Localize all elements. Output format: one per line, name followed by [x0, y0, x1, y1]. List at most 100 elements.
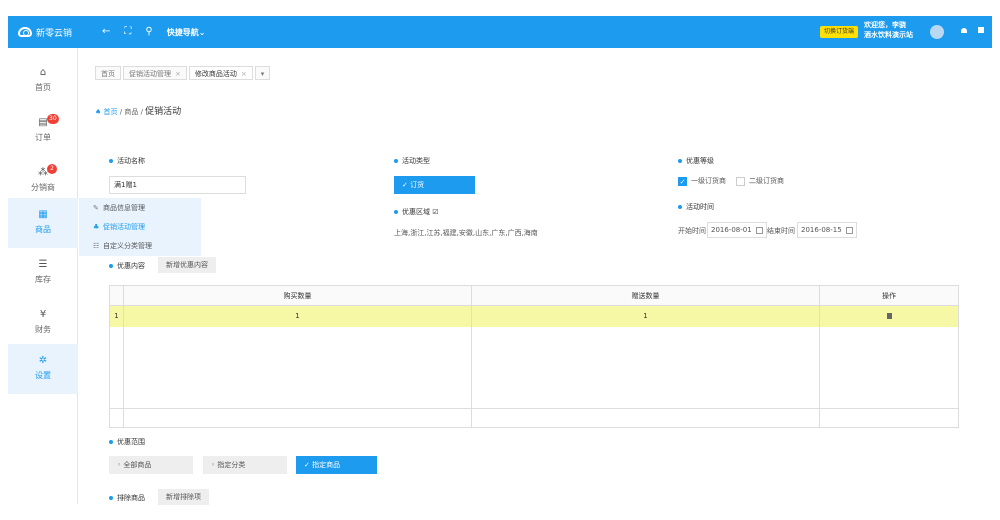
- tab-label: 修改商品活动: [194, 70, 237, 78]
- empty-cell: [472, 409, 820, 427]
- brand-name: 新零云销: [36, 28, 73, 39]
- tab-label: 首页: [101, 70, 115, 78]
- table-footer: [110, 408, 958, 427]
- sidebar-item-inventory[interactable]: ☰ 库存: [8, 248, 78, 298]
- activity-name-input[interactable]: 满1赠1: [109, 176, 246, 194]
- bell-icon[interactable]: [960, 26, 968, 36]
- breadcrumb-goods[interactable]: 商品: [124, 108, 138, 116]
- sidebar-item-label: 订单: [35, 133, 51, 142]
- checkbox-checked-icon[interactable]: ✓: [678, 176, 687, 186]
- sidebar-item-label: 首页: [35, 83, 51, 92]
- header-gift-qty: 赠送数量: [472, 286, 820, 305]
- submenu-item-promotions[interactable]: ♣ 促销活动管理: [93, 219, 145, 235]
- distributor-badge: 2: [47, 164, 57, 174]
- quick-nav-dropdown[interactable]: 快捷导航⌄: [167, 27, 206, 38]
- level-option-2[interactable]: 二级订货商: [736, 176, 784, 186]
- close-icon[interactable]: ×: [241, 70, 247, 78]
- sidebar-item-goods[interactable]: ▦ 商品: [8, 198, 78, 248]
- discount-area-label-text: 优惠区域: [402, 208, 430, 216]
- discount-area-label: 优惠区域 ☑: [394, 207, 439, 217]
- discount-content-label: 优惠内容: [109, 261, 145, 271]
- check-icon: ✓: [402, 181, 408, 189]
- level-option-1-label: 一级订货商: [691, 177, 726, 185]
- submenu-item-goods-info[interactable]: ✎ 商品信息管理: [93, 200, 145, 216]
- empty-cell: [820, 327, 958, 408]
- activity-type-value: 订货: [410, 181, 425, 189]
- empty-cell: [124, 409, 472, 427]
- sidebar-item-settings[interactable]: ✲ 设置: [8, 344, 78, 394]
- close-icon[interactable]: ×: [175, 70, 181, 78]
- table-header: 购买数量 赠送数量 操作: [110, 286, 958, 306]
- scope-all-button[interactable]: ◦ 全部商品: [109, 456, 193, 474]
- radio-icon: ◦: [117, 461, 122, 469]
- scope-category-button[interactable]: ◦ 指定分类: [203, 456, 287, 474]
- header-action: 操作: [882, 292, 896, 300]
- activity-type-label: 活动类型: [394, 156, 430, 166]
- fullscreen-icon[interactable]: ⛶: [124, 27, 131, 37]
- breadcrumb-home[interactable]: ♠ 首页: [95, 108, 118, 116]
- scope-goods-label: 指定商品: [312, 461, 341, 469]
- tab-dropdown[interactable]: ▾: [254, 66, 271, 80]
- start-date-value: 2016-08-01: [711, 226, 752, 234]
- home-icon: ⌂: [39, 67, 47, 78]
- add-exclude-button[interactable]: 新增排除项: [158, 489, 209, 505]
- exclude-goods-label: 排除商品: [109, 493, 145, 503]
- empty-cell: [472, 327, 820, 408]
- cloud-logo-icon: [18, 27, 32, 37]
- promo-icon: ♣: [93, 223, 100, 231]
- level-option-1[interactable]: ✓ 一级订货商: [678, 176, 726, 186]
- level-option-2-label: 二级订货商: [749, 177, 784, 185]
- top-bar: 新零云销 ← ⛶ ⚲ 快捷导航⌄ 切换订货端 欢迎您，李骁 酒水饮料演示站: [8, 16, 992, 48]
- sidebar-item-label: 分销商: [31, 183, 55, 192]
- sidebar-item-orders[interactable]: ▤ 30 订单: [8, 106, 78, 156]
- header-index: [110, 286, 124, 305]
- empty-cell: [820, 409, 958, 427]
- finance-icon: ¥: [39, 309, 47, 320]
- activity-type-button[interactable]: ✓ 订货: [394, 176, 475, 194]
- tab-promotions[interactable]: 促销活动管理 ×: [123, 66, 187, 80]
- page-title: 促销活动: [145, 107, 182, 117]
- scope-all-label: 全部商品: [123, 461, 152, 469]
- flag-icon[interactable]: [978, 27, 984, 33]
- search-icon[interactable]: ⚲: [145, 27, 152, 37]
- submenu-item-custom-category[interactable]: ☷ 自定义分类管理: [93, 238, 152, 254]
- empty-cell: [110, 409, 124, 427]
- welcome-user: 欢迎您，李骁: [864, 21, 906, 29]
- brand[interactable]: 新零云销: [8, 26, 88, 39]
- order-badge: 30: [47, 114, 59, 124]
- breadcrumb: ♠ 首页 / 商品 / 促销活动: [95, 104, 181, 117]
- trash-icon[interactable]: [886, 313, 892, 319]
- end-date-input[interactable]: 2016-08-15: [797, 222, 857, 238]
- avatar[interactable]: [930, 25, 944, 39]
- gift-qty-cell[interactable]: 1: [472, 306, 820, 327]
- submenu-label: 促销活动管理: [103, 223, 145, 231]
- sidebar-item-label: 设置: [35, 371, 51, 380]
- calendar-icon[interactable]: [755, 226, 763, 234]
- edit-area-icon[interactable]: ☑: [432, 208, 438, 216]
- switch-ordering-button[interactable]: 切换订货端: [820, 26, 859, 38]
- buy-qty-cell[interactable]: 1: [124, 306, 472, 327]
- chevron-down-icon: ▾: [260, 70, 265, 78]
- tab-home[interactable]: 首页: [95, 66, 121, 80]
- sidebar-item-finance[interactable]: ¥ 财务: [8, 298, 78, 348]
- table-empty-area: [110, 327, 958, 408]
- start-date-input[interactable]: 2016-08-01: [707, 222, 767, 238]
- breadcrumb-sep: /: [119, 108, 123, 116]
- end-time-label: 结束时间: [767, 227, 795, 235]
- welcome-text: 欢迎您，李骁 酒水饮料演示站: [864, 20, 913, 40]
- discount-table: 购买数量 赠送数量 操作 1 1 1: [109, 285, 959, 428]
- edit-icon: ✎: [93, 204, 99, 212]
- scope-goods-button[interactable]: ✓ 指定商品: [296, 456, 377, 474]
- start-time-label: 开始时间: [678, 227, 706, 235]
- tab-edit-activity[interactable]: 修改商品活动 ×: [188, 66, 253, 80]
- calendar-icon[interactable]: [845, 226, 853, 234]
- goods-submenu: ✎ 商品信息管理 ♣ 促销活动管理 ☷ 自定义分类管理: [79, 198, 201, 256]
- sidebar-item-home[interactable]: ⌂ 首页: [8, 56, 78, 106]
- submenu-label: 商品信息管理: [103, 204, 145, 212]
- checkbox-icon[interactable]: [736, 176, 745, 186]
- back-arrow-icon[interactable]: ←: [102, 27, 110, 37]
- sidebar: ⌂ 首页 ▤ 30 订单 ⁂ 2 分销商 ▦ 商品 ☰ 库存 ¥ 财务 ✲ 设置: [8, 48, 78, 504]
- page-tabs: 首页 促销活动管理 × 修改商品活动 × ▾: [95, 66, 271, 80]
- add-content-button[interactable]: 新增优惠内容: [158, 257, 216, 273]
- table-row[interactable]: 1 1 1: [110, 306, 958, 327]
